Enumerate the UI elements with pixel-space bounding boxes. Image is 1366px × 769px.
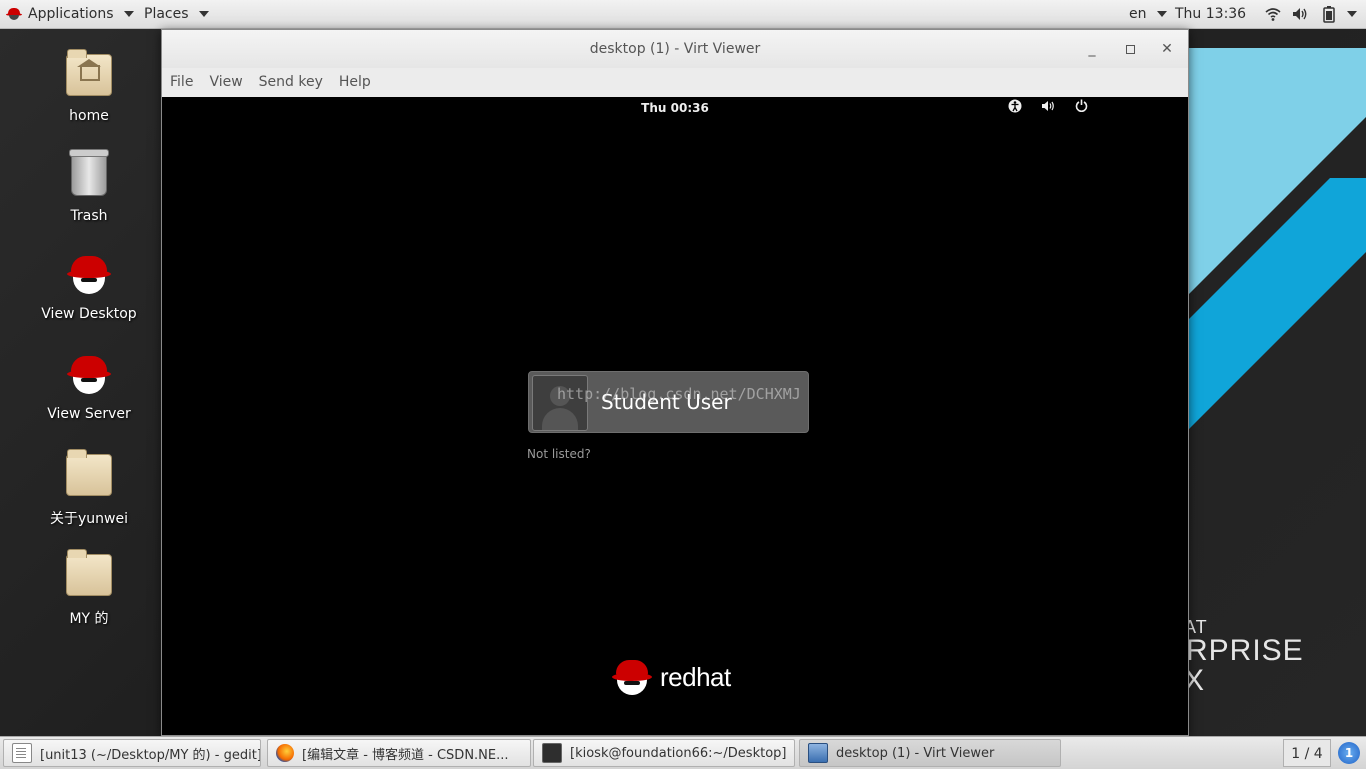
guest-display[interactable]: Thu 00:36 Student User http://blog.csdn.…	[162, 97, 1188, 735]
taskbar-item-virt-viewer[interactable]: desktop (1) - Virt Viewer	[799, 739, 1061, 767]
desktop-icon-trash[interactable]: Trash	[30, 149, 148, 224]
language-label: en	[1129, 6, 1147, 22]
desktop-icon-label: View Server	[47, 406, 131, 422]
menubar: File View Send key Help	[162, 68, 379, 96]
accessibility-icon[interactable]	[1005, 99, 1025, 119]
window-titlebar[interactable]: desktop (1) - Virt Viewer	[162, 30, 1188, 68]
virt-viewer-icon	[808, 743, 828, 763]
redhat-icon	[65, 352, 113, 400]
panel-clock[interactable]: Thu 13:36	[1175, 0, 1246, 28]
chevron-down-icon	[123, 11, 134, 17]
desktop-icon-view-server[interactable]: View Server	[30, 352, 148, 422]
home-folder-icon	[65, 49, 113, 102]
top-panel: Applications Places en Thu 13:36	[0, 0, 1366, 29]
redhat-wordmark: redhat	[660, 661, 731, 692]
chevron-down-icon	[1156, 11, 1167, 17]
close-icon: ✕	[1161, 41, 1173, 57]
wifi-icon[interactable]	[1265, 0, 1281, 28]
terminal-icon	[542, 743, 562, 763]
taskbar-item-label: [编辑文章 - 博客频道 - CSDN.NE...	[302, 747, 509, 763]
menu-file[interactable]: File	[162, 68, 201, 96]
desktop-icon-label: MY 的	[69, 611, 109, 627]
redhat-shadowman-icon	[612, 657, 652, 697]
gedit-icon	[12, 743, 32, 763]
firefox-icon	[276, 744, 294, 762]
taskbar-item-label: [unit13 (~/Desktop/MY 的) - gedit]	[40, 747, 261, 763]
desktop-icon-home[interactable]: home	[30, 49, 148, 124]
menu-help[interactable]: Help	[331, 68, 379, 96]
taskbar-item-label: desktop (1) - Virt Viewer	[836, 745, 995, 761]
menu-view[interactable]: View	[201, 68, 250, 96]
maximize-button[interactable]	[1112, 30, 1148, 68]
desktop-icon-label: 关于yunwei	[50, 511, 128, 527]
taskbar-item-terminal[interactable]: [kiosk@foundation66:~/Desktop]	[533, 739, 795, 767]
desktop-icon-folder-my[interactable]: MY 的	[30, 549, 148, 628]
taskbar-item-gedit[interactable]: [unit13 (~/Desktop/MY 的) - gedit]	[3, 739, 261, 767]
volume-icon[interactable]	[1038, 99, 1058, 119]
redhat-menu-icon	[6, 7, 22, 21]
brand-line: RPRISE	[1186, 634, 1304, 667]
places-label: Places	[144, 6, 189, 22]
applications-label: Applications	[28, 6, 114, 22]
desktop-icon-label: Trash	[70, 208, 108, 224]
guest-clock[interactable]: Thu 00:36	[162, 101, 1188, 115]
folder-icon	[65, 549, 113, 602]
wallpaper-brand-text: AT RPRISE X	[1180, 618, 1304, 696]
places-menu[interactable]: Places	[144, 0, 209, 28]
taskbar: [unit13 (~/Desktop/MY 的) - gedit] [编辑文章 …	[0, 736, 1366, 769]
minimize-button[interactable]: _	[1074, 30, 1110, 68]
menu-send-key[interactable]: Send key	[251, 68, 331, 96]
battery-icon[interactable]	[1321, 0, 1357, 28]
redhat-logo: redhat	[612, 657, 731, 697]
minimize-icon: _	[1088, 41, 1096, 57]
avatar	[532, 375, 588, 431]
chevron-down-icon	[1347, 11, 1357, 17]
taskbar-item-firefox[interactable]: [编辑文章 - 博客频道 - CSDN.NE...	[267, 739, 531, 767]
volume-icon[interactable]	[1291, 0, 1309, 28]
desktop-icon-label: View Desktop	[41, 306, 137, 322]
taskbar-item-label: [kiosk@foundation66:~/Desktop]	[570, 745, 787, 761]
notification-badge[interactable]: 1	[1338, 742, 1360, 764]
desktop-icon-label: home	[69, 108, 109, 124]
redhat-icon	[65, 252, 113, 300]
chevron-down-icon	[198, 11, 209, 17]
clock-label: Thu 13:36	[1175, 6, 1247, 22]
watermark-text: http://blog.csdn.net/DCHXMJ	[557, 385, 801, 403]
desktop-icon-view-desktop[interactable]: View Desktop	[30, 252, 148, 322]
power-icon[interactable]	[1071, 99, 1091, 119]
window-title: desktop (1) - Virt Viewer	[589, 41, 761, 57]
maximize-icon	[1125, 44, 1135, 54]
virt-viewer-window[interactable]: desktop (1) - Virt Viewer _ ✕ File View …	[161, 29, 1189, 736]
not-listed-link[interactable]: Not listed?	[527, 447, 591, 461]
language-selector[interactable]: en	[1129, 0, 1167, 28]
brand-line: X	[1184, 664, 1206, 697]
trash-icon	[65, 149, 113, 202]
applications-menu[interactable]: Applications	[6, 0, 134, 28]
close-button[interactable]: ✕	[1149, 30, 1185, 68]
workspace-switcher[interactable]: 1 / 4	[1283, 739, 1331, 767]
folder-icon	[65, 449, 113, 502]
desktop-icon-folder-yunwei[interactable]: 关于yunwei	[30, 449, 148, 528]
